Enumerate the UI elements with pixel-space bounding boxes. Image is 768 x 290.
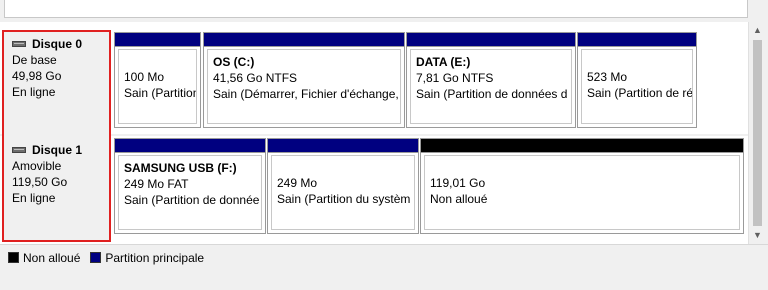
partition-status: Sain (Démarrer, Fichier d'échange, [213, 87, 399, 101]
partition-type-bar [407, 33, 575, 47]
partition-status: Sain (Partition de données d [416, 87, 568, 101]
partition-details: DATA (E:) 7,81 Go NTFS Sain (Partition d… [410, 49, 572, 124]
partition-unallocated[interactable]: 119,01 Go Non alloué [420, 138, 744, 234]
disk-0-size: 49,98 Go [12, 69, 62, 83]
disk-0-name: Disque 0 [32, 37, 83, 51]
disk-row-0: Disque 0 De base 49,98 Go En ligne 100 M… [0, 30, 748, 134]
legend-primary-label: Partition principale [105, 250, 205, 265]
disk-0-partitions: 100 Mo Sain (Partition OS (C:) 41,56 Go … [114, 32, 748, 128]
legend-unallocated-label: Non alloué [23, 250, 81, 265]
partition-name: OS (C:) [213, 55, 255, 69]
partition-type-bar [268, 139, 418, 153]
partition-status: Sain (Partition [124, 86, 197, 100]
legend-bar: Non alloué Partition principale [0, 244, 768, 266]
partition-size: 100 Mo [124, 70, 165, 84]
disk-graphical-view: Disque 0 De base 49,98 Go En ligne 100 M… [0, 22, 748, 244]
partition-os-c[interactable]: OS (C:) 41,56 Go NTFS Sain (Démarrer, Fi… [203, 32, 405, 128]
partition-size: 7,81 Go NTFS [416, 71, 494, 85]
unallocated-swatch [8, 252, 19, 263]
disk-1-info[interactable]: Disque 1 Amovible 119,50 Go En ligne [4, 136, 110, 240]
partition-details: 523 Mo Sain (Partition de ré [581, 49, 693, 124]
disk-1-status: En ligne [12, 191, 56, 205]
partition-type-bar [204, 33, 404, 47]
partition-size: 41,56 Go NTFS [213, 71, 298, 85]
partition-type-bar [115, 139, 265, 153]
primary-partition-swatch [90, 252, 102, 263]
disk-1-partitions: SAMSUNG USB (F:) 249 Mo FAT Sain (Partit… [114, 138, 748, 234]
partition-size: 523 Mo [587, 70, 628, 84]
upper-pane-edge [0, 0, 768, 22]
disk-0-info[interactable]: Disque 0 De base 49,98 Go En ligne [4, 30, 110, 134]
partition-type-bar [578, 33, 696, 47]
partition-size: 119,01 Go [430, 176, 486, 190]
partition-status: Non alloué [430, 192, 488, 206]
partition-details: OS (C:) 41,56 Go NTFS Sain (Démarrer, Fi… [207, 49, 401, 124]
hard-drive-icon [12, 147, 26, 153]
partition-system-249mb[interactable]: 249 Mo Sain (Partition du systèm [267, 138, 419, 234]
scroll-down-arrow-icon[interactable]: ▼ [749, 227, 766, 244]
partition-name: DATA (E:) [416, 55, 471, 69]
disk-0-status: En ligne [12, 85, 56, 99]
partition-size: 249 Mo [277, 176, 318, 190]
disk-0-title: Disque 0 [12, 36, 110, 52]
disk-1-type: Amovible [12, 159, 62, 173]
scroll-up-arrow-icon[interactable]: ▲ [749, 22, 766, 39]
partition-status: Sain (Partition du systèm [277, 192, 411, 206]
disk-1-name: Disque 1 [32, 143, 83, 157]
partition-details: 249 Mo Sain (Partition du systèm [271, 155, 415, 230]
volume-list-bottom [4, 0, 748, 18]
partition-details: 100 Mo Sain (Partition [118, 49, 197, 124]
partition-samsung-usb-f[interactable]: SAMSUNG USB (F:) 249 Mo FAT Sain (Partit… [114, 138, 266, 234]
vertical-scrollbar[interactable]: ▲ ▼ [748, 22, 766, 244]
partition-recovery-100mb[interactable]: 100 Mo Sain (Partition [114, 32, 201, 128]
partition-type-bar [421, 139, 743, 153]
disk-1-title: Disque 1 [12, 142, 110, 158]
scrollbar-thumb[interactable] [753, 40, 762, 226]
partition-data-e[interactable]: DATA (E:) 7,81 Go NTFS Sain (Partition d… [406, 32, 576, 128]
partition-size: 249 Mo FAT [124, 177, 189, 191]
disk-0-type: De base [12, 53, 57, 67]
partition-name: SAMSUNG USB (F:) [124, 161, 237, 175]
partition-recovery-523mb[interactable]: 523 Mo Sain (Partition de ré [577, 32, 697, 128]
disk-1-size: 119,50 Go [12, 175, 68, 189]
partition-type-bar [115, 33, 200, 47]
disk-row-1: Disque 1 Amovible 119,50 Go En ligne SAM… [0, 136, 748, 240]
hard-drive-icon [12, 41, 26, 47]
partition-status: Sain (Partition de donnée [124, 193, 260, 207]
partition-details: SAMSUNG USB (F:) 249 Mo FAT Sain (Partit… [118, 155, 262, 230]
partition-details: 119,01 Go Non alloué [424, 155, 740, 230]
partition-status: Sain (Partition de ré [587, 86, 693, 100]
